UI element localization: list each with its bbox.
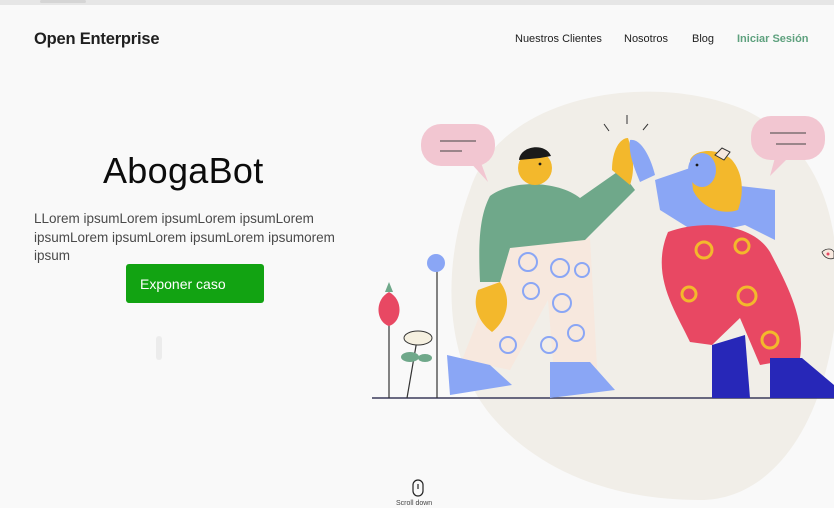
site-logo[interactable]: Open Enterprise (34, 30, 160, 49)
hero-description: LLorem ipsumLorem ipsumLorem ipsumLorem … (34, 211, 335, 263)
top-browser-strip (0, 0, 834, 5)
scroll-down-label: Scroll down (396, 500, 433, 507)
plant-leaf-icon (401, 330, 433, 399)
speech-bubble-left-icon (421, 124, 495, 182)
mouse-icon (412, 479, 424, 497)
expose-case-button[interactable]: Exponer caso (126, 264, 264, 303)
high-five-illustration (372, 91, 834, 500)
nav-link-blog[interactable]: Blog (692, 33, 714, 45)
hero-title: AbogaBot (103, 150, 264, 191)
nav-link-nosotros[interactable]: Nosotros (624, 33, 668, 45)
plant-middle-icon (427, 254, 445, 398)
tab-remnant (40, 0, 86, 3)
nav-link-clientes[interactable]: Nuestros Clientes (515, 33, 602, 45)
login-link[interactable]: Iniciar Sesión (737, 33, 809, 45)
plant-left-icon (378, 282, 400, 398)
decorative-pill (156, 336, 162, 360)
